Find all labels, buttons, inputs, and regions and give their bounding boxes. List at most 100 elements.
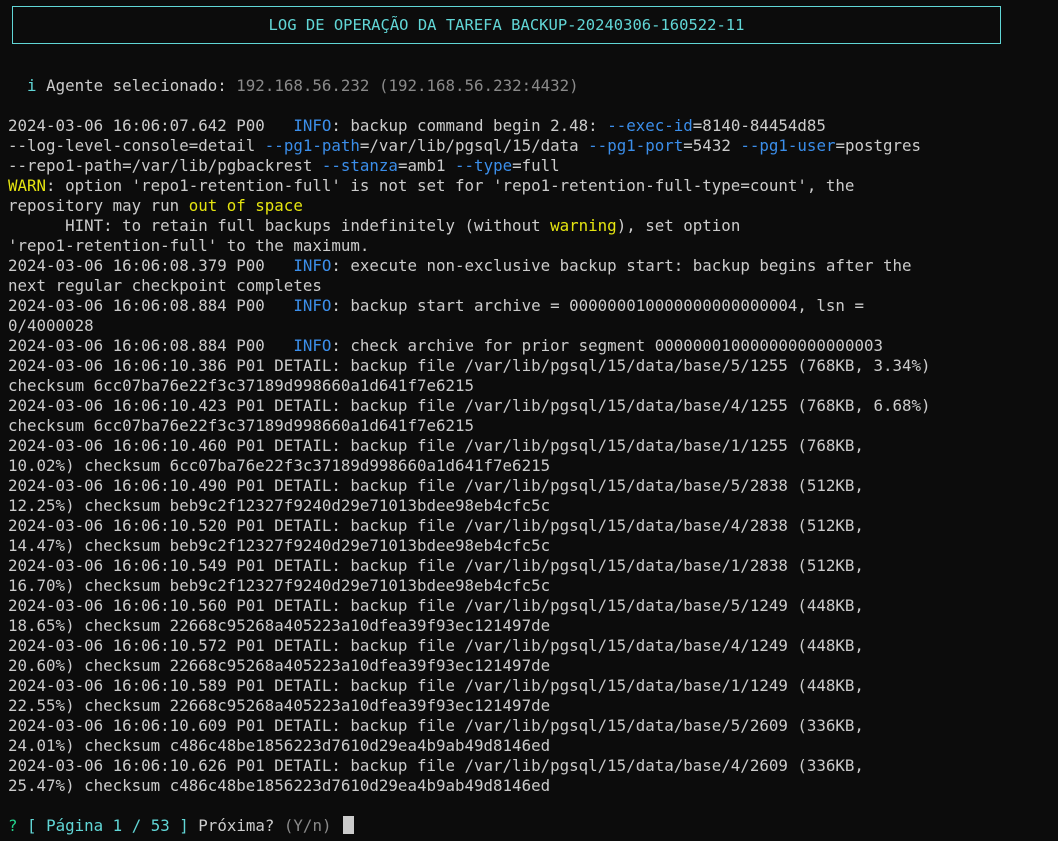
log-text: 2024-03-06 16:06:08.884 P00	[8, 336, 294, 355]
log-line: checksum 6cc07ba76e22f3c37189d998660a1d6…	[8, 376, 1058, 396]
log-line: 2024-03-06 16:06:10.386 P01 DETAIL: back…	[8, 356, 1058, 376]
log-line: 2024-03-06 16:06:08.884 P00 INFO: check …	[8, 336, 1058, 356]
log-line: 2024-03-06 16:06:08.379 P00 INFO: execut…	[8, 256, 1058, 276]
log-line: 20.60%) checksum 22668c95268a405223a10df…	[8, 656, 1058, 676]
log-text: : option 'repo1-retention-full' is not s…	[46, 176, 855, 195]
log-text: --repo1-path=/var/lib/pgbackrest	[8, 156, 322, 175]
log-text: =5432	[683, 136, 741, 155]
log-keyword: --exec-id	[607, 116, 693, 135]
log-keyword: --pg1-path	[264, 136, 360, 155]
log-line: 2024-03-06 16:06:10.609 P01 DETAIL: back…	[8, 716, 1058, 736]
log-text: 2024-03-06 16:06:07.642 P00	[8, 116, 294, 135]
log-keyword: INFO	[293, 336, 332, 355]
log-text: next regular checkpoint completes	[8, 276, 322, 295]
log-text: 2024-03-06 16:06:10.572 P01 DETAIL: back…	[8, 636, 864, 655]
page-separator: /	[131, 816, 142, 835]
log-text: 2024-03-06 16:06:08.379 P00	[8, 256, 294, 275]
log-keyword: WARN	[8, 176, 47, 195]
log-line: 24.01%) checksum c486c48be1856223d7610d2…	[8, 736, 1058, 756]
log-line: HINT: to retain full backups indefinitel…	[8, 216, 1058, 236]
info-icon: i	[27, 76, 37, 95]
page-label: Página	[46, 816, 104, 835]
log-line: 18.65%) checksum 22668c95268a405223a10df…	[8, 616, 1058, 636]
log-text: 18.65%) checksum 22668c95268a405223a10df…	[8, 616, 551, 635]
log-line: 2024-03-06 16:06:10.490 P01 DETAIL: back…	[8, 476, 1058, 496]
log-text: 0/4000028	[8, 316, 94, 335]
log-text: =8140-84454d85	[692, 116, 826, 135]
log-line: 2024-03-06 16:06:10.626 P01 DETAIL: back…	[8, 756, 1058, 776]
next-page-question: Próxima?	[198, 816, 275, 835]
log-line: 2024-03-06 16:06:10.423 P01 DETAIL: back…	[8, 396, 1058, 416]
log-line: checksum 6cc07ba76e22f3c37189d998660a1d6…	[8, 416, 1058, 436]
prompt-bracket-close: ]	[179, 816, 189, 835]
log-line: --repo1-path=/var/lib/pgbackrest --stanz…	[8, 156, 1058, 176]
log-line: 14.47%) checksum beb9c2f12327f9240d29e71…	[8, 536, 1058, 556]
log-keyword: --pg1-port	[588, 136, 684, 155]
log-line: 12.25%) checksum beb9c2f12327f9240d29e71…	[8, 496, 1058, 516]
log-title: LOG DE OPERAÇÃO DA TAREFA BACKUP-2024030…	[268, 16, 745, 34]
log-line: 0/4000028	[8, 316, 1058, 336]
text-cursor[interactable]	[342, 816, 354, 834]
next-page-options: (Y/n)	[283, 816, 332, 835]
log-line: 2024-03-06 16:06:10.549 P01 DETAIL: back…	[8, 556, 1058, 576]
log-text: --log-level-console=detail	[8, 136, 265, 155]
log-keyword: INFO	[293, 296, 332, 315]
log-text: : execute non-exclusive backup start: ba…	[331, 256, 912, 275]
log-text: 12.25%) checksum beb9c2f12327f9240d29e71…	[8, 496, 551, 515]
log-line: 22.55%) checksum 22668c95268a405223a10df…	[8, 696, 1058, 716]
log-line: 10.02%) checksum 6cc07ba76e22f3c37189d99…	[8, 456, 1058, 476]
log-text: checksum 6cc07ba76e22f3c37189d998660a1d6…	[8, 416, 475, 435]
log-keyword: --stanza	[321, 156, 398, 175]
log-line: 2024-03-06 16:06:07.642 P00 INFO: backup…	[8, 116, 1058, 136]
log-line: --log-level-console=detail --pg1-path=/v…	[8, 136, 1058, 156]
log-text: ), set option	[616, 216, 741, 235]
log-text: 2024-03-06 16:06:10.609 P01 DETAIL: back…	[8, 716, 864, 735]
log-keyword: warning	[550, 216, 617, 235]
log-text: 10.02%) checksum 6cc07ba76e22f3c37189d99…	[8, 456, 551, 475]
pagination-prompt[interactable]: ? [ Página 1 / 53 ] Próxima? (Y/n)	[8, 816, 354, 836]
log-text: 2024-03-06 16:06:10.386 P01 DETAIL: back…	[8, 356, 931, 375]
log-line: 2024-03-06 16:06:10.460 P01 DETAIL: back…	[8, 436, 1058, 456]
log-text: 2024-03-06 16:06:10.490 P01 DETAIL: back…	[8, 476, 864, 495]
log-line: 2024-03-06 16:06:08.884 P00 INFO: backup…	[8, 296, 1058, 316]
page-current: 1	[112, 816, 123, 835]
log-output: 2024-03-06 16:06:07.642 P00 INFO: backup…	[8, 116, 1058, 796]
log-text: checksum 6cc07ba76e22f3c37189d998660a1d6…	[8, 376, 475, 395]
agent-label: Agente selecionado:	[46, 76, 227, 95]
log-line: 25.47%) checksum c486c48be1856223d7610d2…	[8, 776, 1058, 796]
page-total: 53	[150, 816, 170, 835]
log-text: 16.70%) checksum beb9c2f12327f9240d29e71…	[8, 576, 551, 595]
log-keyword: --type	[455, 156, 513, 175]
log-line: 2024-03-06 16:06:10.589 P01 DETAIL: back…	[8, 676, 1058, 696]
log-text: 22.55%) checksum 22668c95268a405223a10df…	[8, 696, 551, 715]
log-title-box: LOG DE OPERAÇÃO DA TAREFA BACKUP-2024030…	[12, 6, 1001, 44]
log-text: : backup command begin 2.48:	[331, 116, 608, 135]
log-text: 2024-03-06 16:06:08.884 P00	[8, 296, 294, 315]
log-text: 2024-03-06 16:06:10.560 P01 DETAIL: back…	[8, 596, 864, 615]
log-text: 20.60%) checksum 22668c95268a405223a10df…	[8, 656, 551, 675]
log-keyword: --pg1-user	[740, 136, 836, 155]
log-keyword: INFO	[293, 256, 332, 275]
log-line: 16.70%) checksum beb9c2f12327f9240d29e71…	[8, 576, 1058, 596]
log-text: 25.47%) checksum c486c48be1856223d7610d2…	[8, 776, 551, 795]
log-text: 'repo1-retention-full' to the maximum.	[8, 236, 370, 255]
log-line: 'repo1-retention-full' to the maximum.	[8, 236, 1058, 256]
log-text: repository may run	[8, 196, 189, 215]
selected-agent-line: i Agente selecionado: 192.168.56.232 (19…	[8, 76, 579, 96]
prompt-question-mark: ?	[8, 816, 18, 835]
log-text: =full	[512, 156, 560, 175]
log-line: repository may run out of space	[8, 196, 1058, 216]
log-line: 2024-03-06 16:06:10.572 P01 DETAIL: back…	[8, 636, 1058, 656]
log-text: : check archive for prior segment 000000…	[331, 336, 883, 355]
log-line: WARN: option 'repo1-retention-full' is n…	[8, 176, 1058, 196]
log-line: 2024-03-06 16:06:10.520 P01 DETAIL: back…	[8, 516, 1058, 536]
log-keyword: out of space	[188, 196, 303, 215]
agent-value: 192.168.56.232 (192.168.56.232:4432)	[236, 76, 579, 95]
log-text: 24.01%) checksum c486c48be1856223d7610d2…	[8, 736, 551, 755]
log-text: 2024-03-06 16:06:10.589 P01 DETAIL: back…	[8, 676, 864, 695]
log-text: =postgres	[835, 136, 922, 155]
log-text: 14.47%) checksum beb9c2f12327f9240d29e71…	[8, 536, 551, 555]
log-text: : backup start archive = 000000010000000…	[331, 296, 864, 315]
log-keyword: INFO	[293, 116, 332, 135]
prompt-bracket-open: [	[27, 816, 37, 835]
